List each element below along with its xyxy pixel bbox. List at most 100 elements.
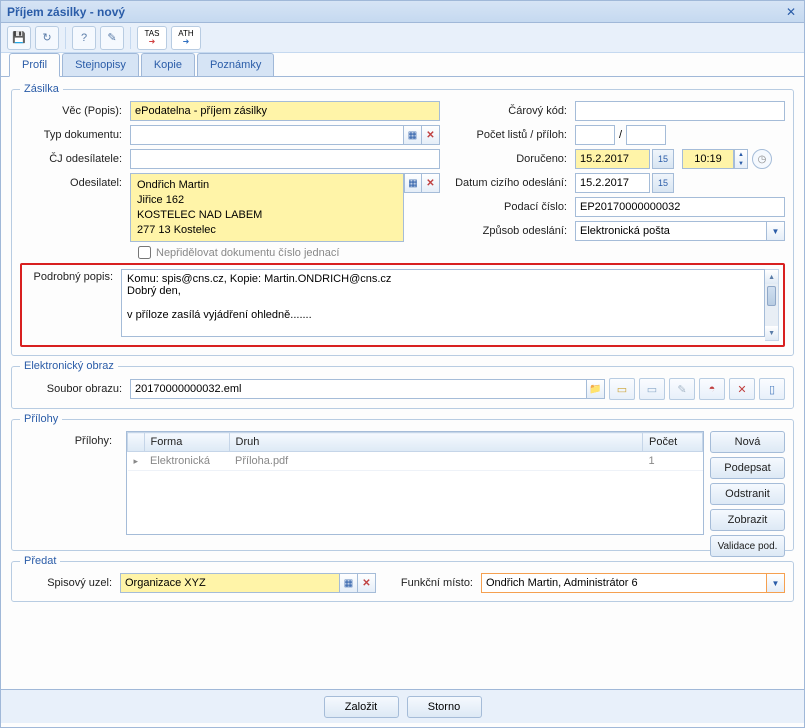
input-spisovy[interactable] <box>120 573 340 593</box>
delete-icon[interactable]: ✕ <box>729 378 755 400</box>
tab-stejnopisy[interactable]: Stejnopisy <box>62 53 139 76</box>
footer: Založit Storno <box>1 689 804 723</box>
textarea-podrobny[interactable] <box>121 269 765 337</box>
folder-icon[interactable]: 📁 <box>587 379 605 399</box>
group-zasilka: Zásilka Věc (Popis): Typ dokumentu: ▦ ✕ … <box>11 83 794 356</box>
label-podrobny: Podrobný popis: <box>26 269 121 283</box>
scan-icon[interactable]: ▭ <box>609 378 635 400</box>
label-odesilatel: Odesilatel: <box>20 173 130 189</box>
separator <box>65 27 66 49</box>
grid-icon[interactable]: ▦ <box>340 573 358 593</box>
tab-profil[interactable]: Profil <box>9 53 60 77</box>
dropdown-zpusob[interactable]: ▼ <box>575 221 785 241</box>
input-doruceno-time[interactable] <box>682 149 734 169</box>
grid-icon[interactable]: ▦ <box>404 173 422 193</box>
button-odstranit[interactable]: Odstranit <box>710 483 785 505</box>
ath-button[interactable]: ATH➜ <box>171 26 201 50</box>
legend-zasilka: Zásilka <box>20 83 63 95</box>
chevron-down-icon[interactable]: ▼ <box>735 159 747 168</box>
save-icon[interactable]: 💾 <box>7 26 31 50</box>
window: Příjem zásilky - nový ✕ 💾 ↻ ? ✎ TAS➜ ATH… <box>0 0 805 728</box>
chevron-down-icon[interactable]: ▼ <box>767 221 785 241</box>
help-icon[interactable]: ? <box>72 26 96 50</box>
odesilatel-box: Ondřich Martin Jiřice 162 KOSTELEC NAD L… <box>130 173 404 242</box>
scan2-icon[interactable]: ▭ <box>639 378 665 400</box>
content: Zásilka Věc (Popis): Typ dokumentu: ▦ ✕ … <box>1 77 804 699</box>
label-doruceno: Doručeno: <box>450 153 575 165</box>
grid-icon[interactable]: ▦ <box>404 125 422 145</box>
chevron-down-icon[interactable]: ▼ <box>765 326 778 340</box>
clear-icon[interactable]: ✕ <box>422 125 440 145</box>
input-cj[interactable] <box>130 149 440 169</box>
calendar-icon[interactable]: 15 <box>652 173 674 193</box>
label-fm: Funkční místo: <box>376 577 481 589</box>
label-podaci: Podací číslo: <box>450 201 575 213</box>
input-typ[interactable] <box>130 125 404 145</box>
input-zpusob[interactable] <box>575 221 767 241</box>
tab-bar: Profil Stejnopisy Kopie Poznámky <box>1 53 804 77</box>
addr-line: KOSTELEC NAD LABEM <box>137 208 397 223</box>
label-cj: ČJ odesílatele: <box>20 153 130 165</box>
col-druh[interactable]: Druh <box>229 433 642 452</box>
page-icon[interactable]: ▯ <box>759 378 785 400</box>
input-soubor[interactable] <box>130 379 587 399</box>
chevron-up-icon[interactable]: ▲ <box>765 270 778 284</box>
table-row[interactable]: ▸ Elektronická Příloha.pdf 1 <box>128 452 703 471</box>
brush-icon[interactable]: ✎ <box>100 26 124 50</box>
clock-icon[interactable]: ◷ <box>752 149 772 169</box>
input-vec[interactable] <box>130 101 440 121</box>
chevron-down-icon[interactable]: ▼ <box>767 573 785 593</box>
refresh-icon[interactable]: ↻ <box>35 26 59 50</box>
label-soubor: Soubor obrazu: <box>20 383 130 395</box>
button-cancel[interactable]: Storno <box>407 696 482 718</box>
stamp-icon[interactable]: ◓ <box>699 378 725 400</box>
slash: / <box>619 129 622 141</box>
label-spisovy: Spisový uzel: <box>20 577 120 589</box>
label-typ: Typ dokumentu: <box>20 129 130 141</box>
tas-button[interactable]: TAS➜ <box>137 26 167 50</box>
button-zobrazit[interactable]: Zobrazit <box>710 509 785 531</box>
input-pocet-listu[interactable] <box>575 125 615 145</box>
button-podepsat[interactable]: Podepsat <box>710 457 785 479</box>
button-nova[interactable]: Nová <box>710 431 785 453</box>
addr-line: Jiřice 162 <box>137 193 397 208</box>
tab-poznamky[interactable]: Poznámky <box>197 53 274 76</box>
col-pocet[interactable]: Počet <box>643 433 703 452</box>
input-fm[interactable] <box>481 573 767 593</box>
addr-line: 277 13 Kostelec <box>137 223 397 238</box>
scroll-thumb[interactable] <box>767 286 776 306</box>
addr-line: Ondřich Martin <box>137 178 397 193</box>
tab-kopie[interactable]: Kopie <box>141 53 195 76</box>
scrollbar[interactable]: ▲ ▼ <box>765 269 779 341</box>
checkbox-nepridelovat[interactable] <box>138 246 151 259</box>
legend-predat: Předat <box>20 555 60 567</box>
row-indicator-icon: ▸ <box>128 452 145 471</box>
button-save[interactable]: Založit <box>324 696 399 718</box>
window-title: Příjem zásilky - nový <box>7 5 125 19</box>
input-pocet-priloh[interactable] <box>626 125 666 145</box>
label-vec: Věc (Popis): <box>20 105 130 117</box>
label-carovy: Čárový kód: <box>450 105 575 117</box>
group-prilohy: Přílohy Přílohy: Forma Druh Počet <box>11 413 794 551</box>
chevron-up-icon[interactable]: ▲ <box>735 150 747 159</box>
titlebar: Příjem zásilky - nový ✕ <box>1 1 804 23</box>
highlight-podrobny: Podrobný popis: ▲ ▼ <box>20 263 785 347</box>
input-dco[interactable] <box>575 173 650 193</box>
input-podaci[interactable] <box>575 197 785 217</box>
close-icon[interactable]: ✕ <box>784 5 798 19</box>
col-forma[interactable]: Forma <box>144 433 229 452</box>
cell-forma: Elektronická <box>144 452 229 471</box>
legend-eobraz: Elektronický obraz <box>20 360 118 372</box>
label-pocet: Počet listů / příloh: <box>450 129 575 141</box>
clear-icon[interactable]: ✕ <box>358 573 376 593</box>
separator <box>130 27 131 49</box>
legend-prilohy: Přílohy <box>20 413 62 425</box>
calendar-icon[interactable]: 15 <box>652 149 674 169</box>
sign-icon[interactable]: ✎ <box>669 378 695 400</box>
input-carovy[interactable] <box>575 101 785 121</box>
clear-icon[interactable]: ✕ <box>422 173 440 193</box>
input-doruceno-date[interactable] <box>575 149 650 169</box>
time-spinner[interactable]: ▲▼ <box>734 149 748 169</box>
dropdown-fm[interactable]: ▼ <box>481 573 785 593</box>
button-validovat[interactable]: Validace pod. <box>710 535 785 557</box>
